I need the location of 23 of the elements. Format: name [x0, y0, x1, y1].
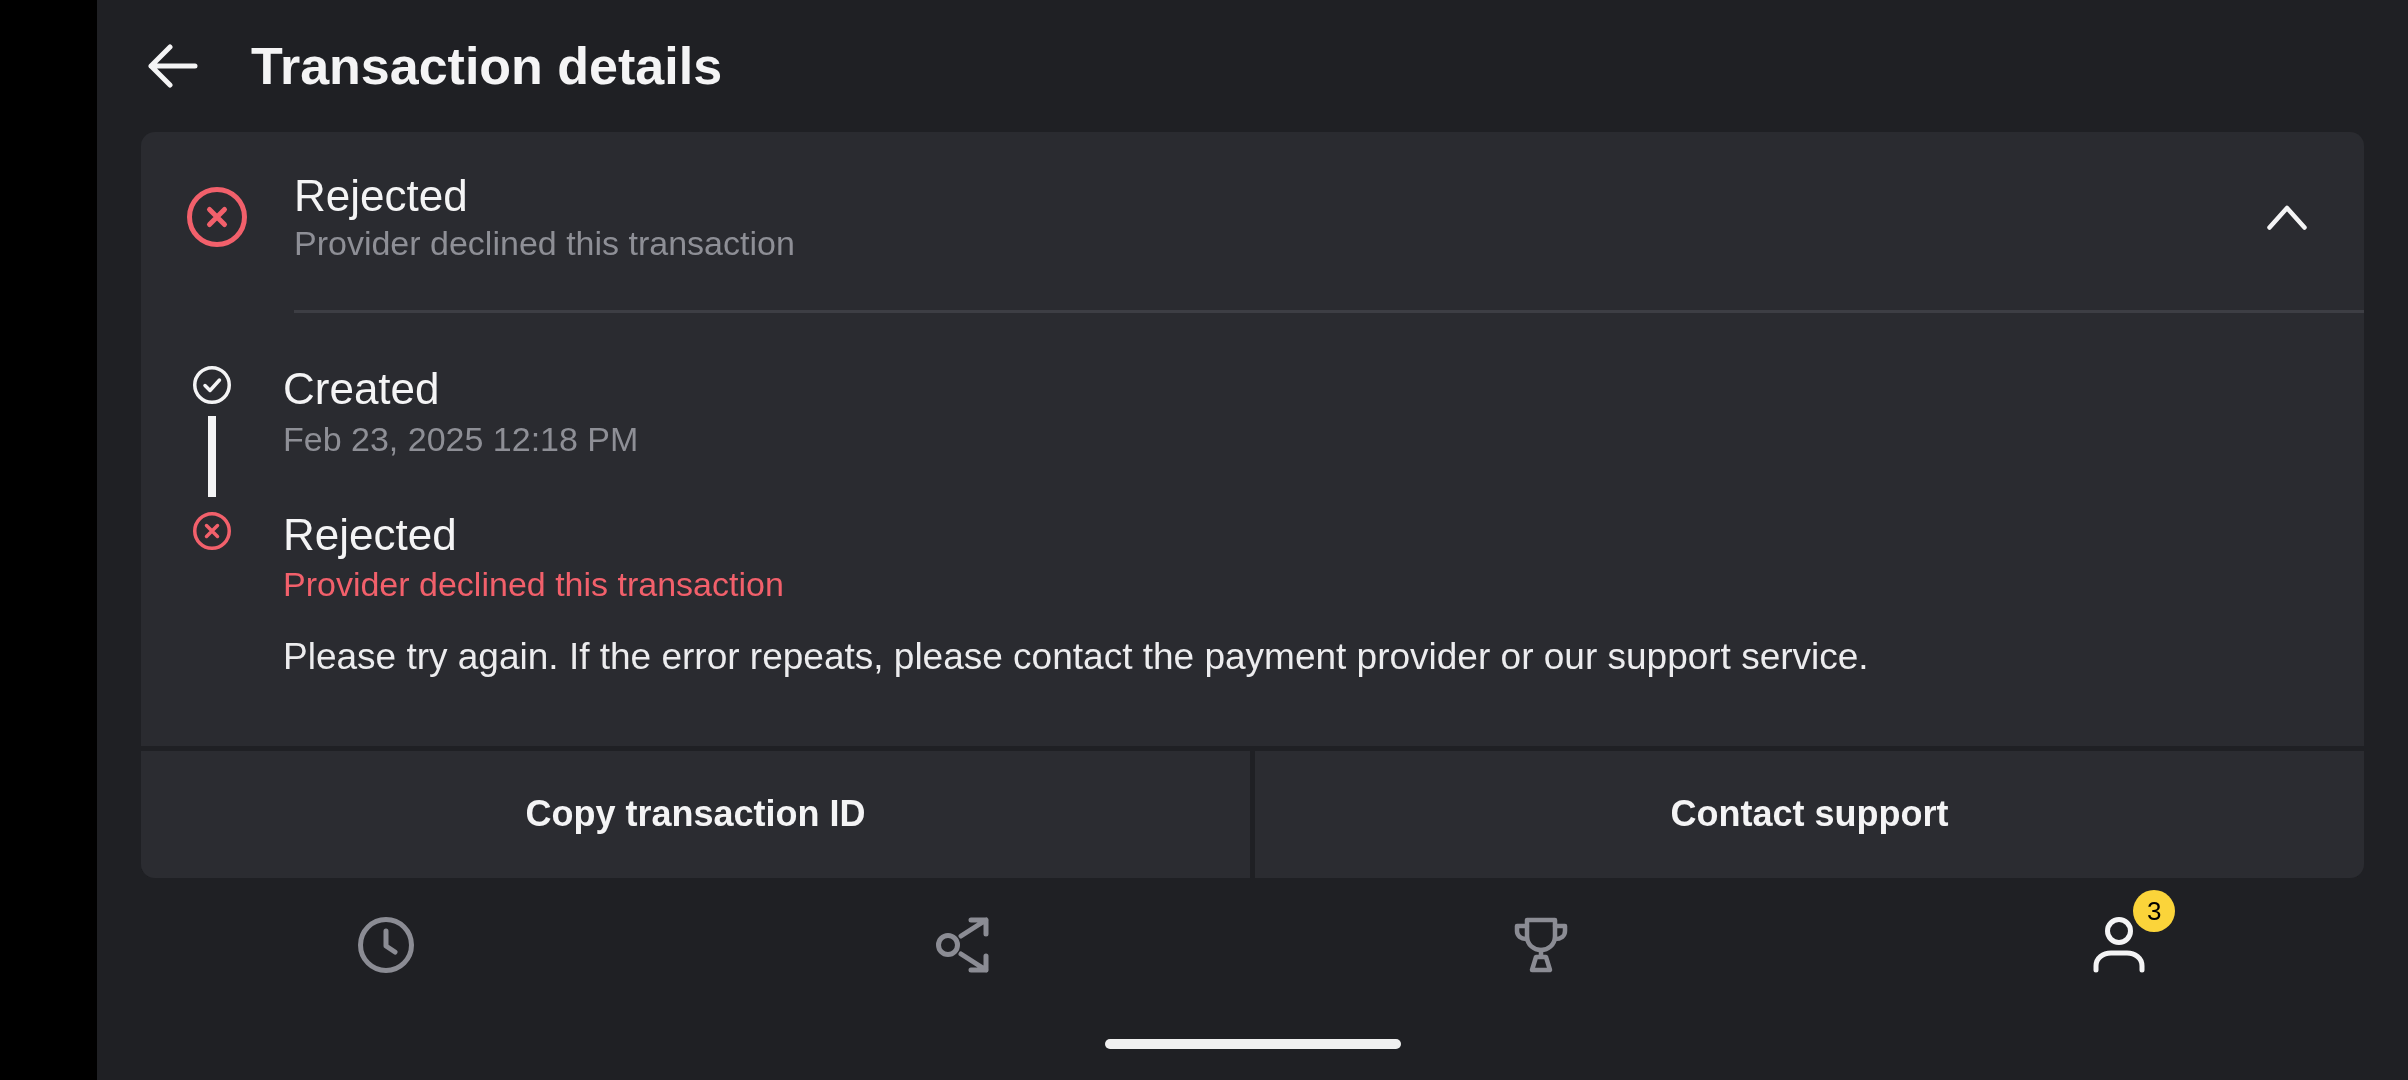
event-detail: Provider declined this transaction: [283, 564, 784, 606]
status-subtitle: Provider declined this transaction: [294, 223, 795, 264]
event-title: Created: [283, 363, 440, 415]
user-icon: [2093, 916, 2146, 973]
action-button[interactable]: Contact support: [1255, 750, 2364, 878]
arrow-left-icon: [148, 44, 198, 88]
trophy-icon: [1513, 916, 1570, 973]
page-title: Transaction details: [251, 35, 723, 97]
x-circle-icon: [193, 511, 231, 550]
clock-icon: [357, 916, 414, 973]
action-button[interactable]: Copy transaction ID: [141, 750, 1250, 878]
event-detail: Feb 23, 2025 12:18 PM: [283, 418, 639, 460]
x-circle-icon: [187, 187, 247, 247]
event-title: Rejected: [283, 508, 457, 561]
status-title: Rejected: [294, 170, 468, 223]
notification-badge: 3: [2133, 889, 2176, 932]
branch-arrows-icon: [935, 916, 992, 973]
nav-tab[interactable]: 3: [1830, 877, 2408, 1012]
back-button[interactable]: [148, 44, 198, 88]
collapse-button[interactable]: [2267, 204, 2307, 230]
check-circle-icon: [193, 366, 231, 404]
event-note: Please try again. If the error repeats, please contact the payment provider or our support service.: [283, 635, 1869, 680]
chevron-up-icon: [2267, 204, 2307, 230]
